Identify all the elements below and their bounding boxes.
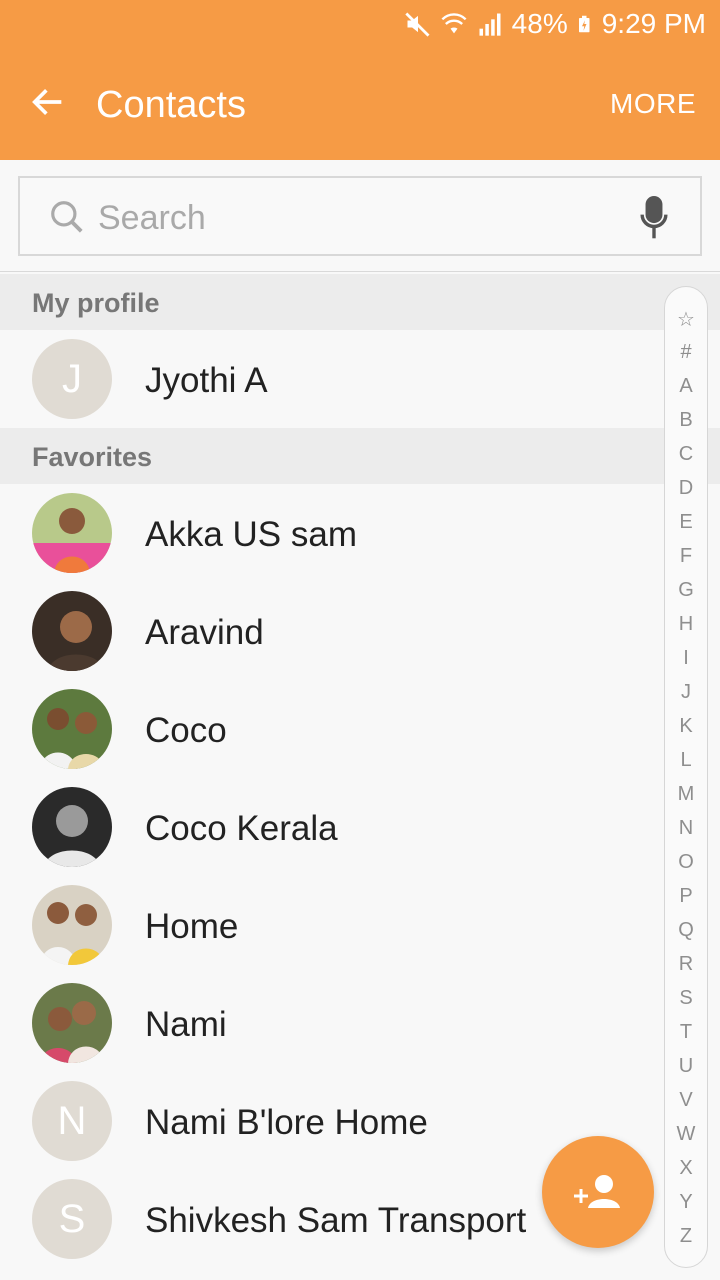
- avatar: [32, 689, 112, 769]
- battery-percent: 48%: [511, 8, 568, 39]
- index-letter[interactable]: S: [665, 987, 707, 1010]
- clock: 9:29 PM: [601, 8, 706, 39]
- avatar: S: [32, 1179, 112, 1259]
- search-input[interactable]: [98, 196, 598, 240]
- contact-row[interactable]: Home: [0, 876, 660, 974]
- mute-icon: [405, 12, 430, 37]
- microphone-icon[interactable]: [640, 196, 668, 240]
- section-header-favorites: Favorites: [0, 428, 720, 484]
- contact-name: Coco: [145, 711, 227, 750]
- avatar-initial: S: [58, 1196, 86, 1241]
- index-letter[interactable]: H: [665, 613, 707, 636]
- search-box[interactable]: [18, 176, 702, 256]
- contact-name: Nami: [145, 1005, 227, 1044]
- avatar-initial: N: [57, 1098, 87, 1143]
- avatar: J: [32, 339, 112, 419]
- contact-name: Shivkesh Sam Transport: [145, 1201, 527, 1240]
- index-letter[interactable]: K: [665, 715, 707, 738]
- alphabet-index[interactable]: ☆ # A B C D E F G H I J K L M N O P Q R S T U V W X Y Z: [664, 286, 708, 1268]
- index-letter[interactable]: J: [665, 681, 707, 704]
- contact-row[interactable]: Coco: [0, 680, 660, 778]
- index-letter[interactable]: M: [665, 783, 707, 806]
- avatar: [32, 493, 112, 573]
- signal-icon: [479, 13, 501, 36]
- index-letter[interactable]: Y: [665, 1191, 707, 1214]
- index-letter[interactable]: V: [665, 1089, 707, 1112]
- index-letter[interactable]: P: [665, 885, 707, 908]
- index-letter[interactable]: D: [665, 477, 707, 500]
- index-letter[interactable]: B: [665, 409, 707, 432]
- index-letter[interactable]: O: [665, 851, 707, 874]
- index-letter[interactable]: L: [665, 749, 707, 772]
- index-letter[interactable]: G: [665, 579, 707, 602]
- contact-row[interactable]: Coco Kerala: [0, 778, 660, 876]
- index-letter[interactable]: W: [665, 1123, 707, 1146]
- avatar: [32, 591, 112, 671]
- avatar: [32, 787, 112, 867]
- contact-row[interactable]: Aravind: [0, 582, 660, 680]
- index-letter[interactable]: A: [665, 375, 707, 398]
- index-letter[interactable]: N: [665, 817, 707, 840]
- contact-name: Akka US sam: [145, 515, 357, 554]
- index-letter[interactable]: Z: [665, 1225, 707, 1248]
- avatar-initial: J: [62, 356, 82, 401]
- index-letter[interactable]: I: [665, 647, 707, 670]
- section-title: My profile: [32, 288, 160, 318]
- search-bar: [0, 160, 720, 272]
- wifi-icon: [441, 13, 467, 34]
- index-letter[interactable]: E: [665, 511, 707, 534]
- index-letter[interactable]: ☆: [665, 307, 707, 332]
- contact-name: Home: [145, 907, 239, 946]
- section-title: Favorites: [32, 442, 153, 472]
- contact-name: Coco Kerala: [145, 809, 338, 848]
- index-letter[interactable]: X: [665, 1157, 707, 1180]
- battery-charging-icon: [578, 15, 590, 33]
- profile-row[interactable]: J Jyothi A: [0, 330, 660, 428]
- search-icon: [51, 201, 83, 233]
- index-letter[interactable]: R: [665, 953, 707, 976]
- index-letter[interactable]: Q: [665, 919, 707, 942]
- index-letter[interactable]: F: [665, 545, 707, 568]
- avatar: [32, 983, 112, 1063]
- more-button[interactable]: MORE: [610, 88, 696, 120]
- section-header-my-profile: My profile: [0, 274, 720, 330]
- contact-name: Aravind: [145, 613, 264, 652]
- avatar: N: [32, 1081, 112, 1161]
- add-person-icon: [574, 1175, 620, 1208]
- contact-name: Nami B'lore Home: [145, 1103, 428, 1142]
- contact-name: Jyothi A: [145, 361, 268, 400]
- status-bar: 48% 9:29 PM: [0, 0, 720, 50]
- back-arrow-icon[interactable]: [28, 82, 68, 122]
- index-letter[interactable]: C: [665, 443, 707, 466]
- page-title: Contacts: [96, 84, 246, 126]
- avatar: [32, 885, 112, 965]
- add-contact-button[interactable]: [542, 1136, 654, 1248]
- index-letter[interactable]: U: [665, 1055, 707, 1078]
- contact-row[interactable]: Nami: [0, 974, 660, 1072]
- app-header: 48% 9:29 PM Contacts MORE: [0, 0, 720, 160]
- contact-row[interactable]: Akka US sam: [0, 484, 660, 582]
- index-letter[interactable]: #: [665, 341, 707, 364]
- index-letter[interactable]: T: [665, 1021, 707, 1044]
